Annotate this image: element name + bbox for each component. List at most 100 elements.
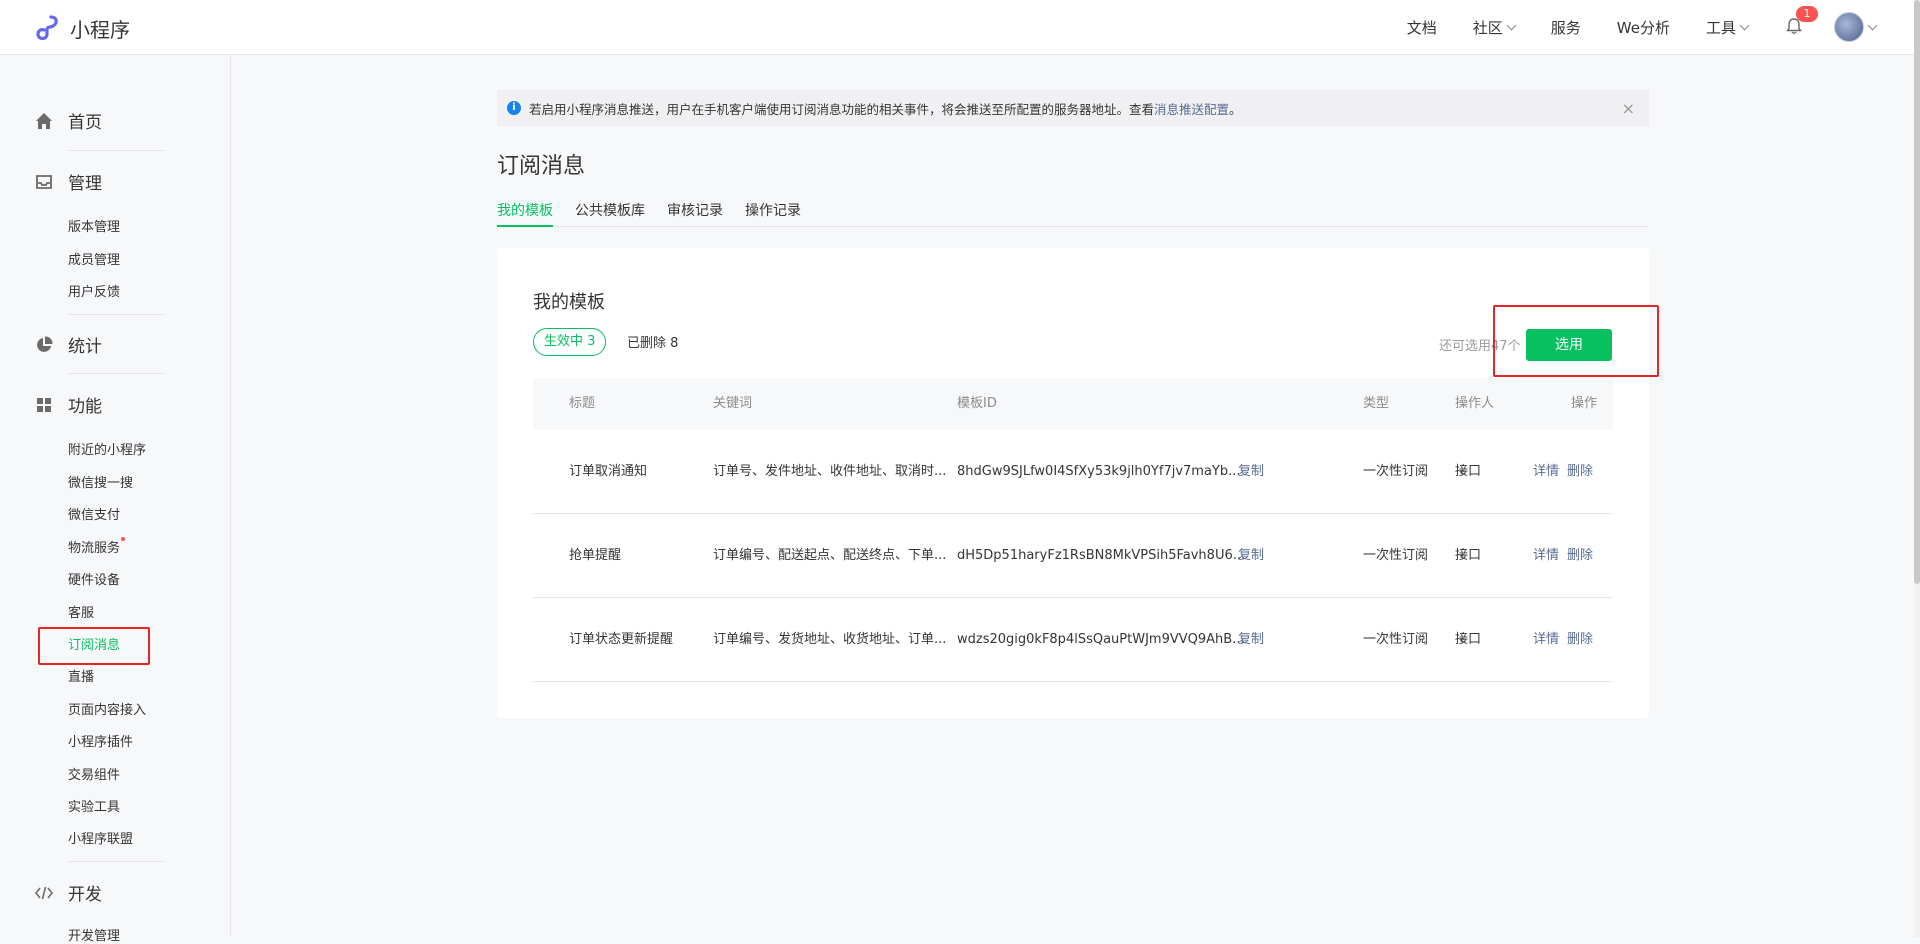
- home-icon: [36, 112, 52, 129]
- table-row: 订单状态更新提醒 订单编号、发货地址、收货地址、订单... wdzs20gig0…: [533, 598, 1613, 682]
- tab-operation-records[interactable]: 操作记录: [745, 200, 801, 225]
- delete-link[interactable]: 删除: [1567, 430, 1593, 513]
- sidebar-item-wechat-pay[interactable]: 微信支付: [68, 504, 120, 523]
- highlight-box: [1493, 305, 1659, 377]
- detail-link[interactable]: 详情: [1533, 430, 1559, 513]
- tab-my-templates[interactable]: 我的模板: [497, 200, 553, 227]
- column-header: 操作: [1571, 396, 1598, 411]
- sidebar-item-home[interactable]: 首页: [34, 108, 102, 133]
- nav-we-analytics[interactable]: We分析: [1617, 17, 1670, 38]
- template-keywords: 订单号、发件地址、收件地址、取消时...: [713, 464, 947, 479]
- sidebar-group-label: 统计: [68, 337, 102, 357]
- copy-link[interactable]: 复制: [1238, 430, 1264, 513]
- delete-link[interactable]: 删除: [1567, 598, 1593, 681]
- operator-dropdown[interactable]: 接口: [1455, 514, 1481, 597]
- chevron-down-icon: [1506, 20, 1517, 30]
- page-title: 订阅消息: [497, 154, 586, 179]
- sidebar-group-development[interactable]: 开发: [34, 880, 102, 905]
- column-header: 操作人: [1455, 396, 1495, 411]
- divider: [68, 150, 166, 151]
- sidebar-item-wechat-search[interactable]: 微信搜一搜: [68, 472, 133, 491]
- nav-community-label: 社区: [1472, 18, 1503, 37]
- nav-tools-label: 工具: [1705, 18, 1736, 37]
- sidebar-group-label: 首页: [68, 113, 102, 133]
- close-icon[interactable]: ×: [1622, 99, 1635, 118]
- nav-docs-label: 文档: [1406, 18, 1437, 37]
- new-dot-icon: [121, 537, 126, 541]
- sidebar-item-logistics[interactable]: 物流服务: [68, 537, 126, 556]
- nav-docs[interactable]: 文档: [1407, 17, 1437, 38]
- highlight-box: [38, 627, 150, 665]
- nav-tools[interactable]: 工具: [1705, 17, 1750, 38]
- template-type: 一次性订阅: [1363, 464, 1429, 479]
- code-icon: [34, 886, 54, 899]
- logo[interactable]: 小程序: [34, 13, 130, 43]
- top-nav: 文档 社区 服务 We分析 工具 1: [1371, 0, 1878, 54]
- template-id: dH5Dp51haryFz1RsBN8MkVPSih5Favh8U6...: [957, 548, 1246, 563]
- table-row: 订单取消通知 订单号、发件地址、收件地址、取消时... 8hdGw9SJLfw0…: [533, 430, 1613, 514]
- sidebar-item-dev-management[interactable]: 开发管理: [68, 925, 120, 944]
- detail-link[interactable]: 详情: [1533, 598, 1559, 681]
- sidebar-item-nearby-mini-programs[interactable]: 附近的小程序: [68, 439, 146, 458]
- grid-icon: [37, 397, 51, 412]
- sidebar-item-trade-components[interactable]: 交易组件: [68, 764, 120, 783]
- sidebar-item-user-feedback[interactable]: 用户反馈: [68, 281, 120, 300]
- card-title: 我的模板: [533, 292, 605, 313]
- scrollbar-thumb[interactable]: [1914, 0, 1920, 584]
- sidebar-item-lab-tools[interactable]: 实验工具: [68, 796, 120, 815]
- notifications-button[interactable]: 1: [1784, 6, 1818, 38]
- divider: [68, 314, 166, 315]
- operator-dropdown[interactable]: 接口: [1455, 430, 1481, 513]
- sidebar-item-page-content[interactable]: 页面内容接入: [68, 699, 146, 718]
- brand-name: 小程序: [70, 17, 130, 42]
- template-title: 抢单提醒: [569, 548, 622, 563]
- nav-services[interactable]: 服务: [1551, 17, 1581, 38]
- nav-we-analytics-label: We分析: [1616, 18, 1670, 37]
- account-menu[interactable]: [1834, 12, 1878, 42]
- tab-bar: 我的模板 公共模板库 审核记录 操作记录: [497, 200, 1649, 227]
- filter-deleted[interactable]: 已删除 8: [627, 332, 678, 351]
- sidebar-item-hardware[interactable]: 硬件设备: [68, 569, 120, 588]
- sidebar-item-version-management[interactable]: 版本管理: [68, 216, 120, 235]
- sidebar-item-customer-service[interactable]: 客服: [68, 602, 94, 621]
- table-row: 抢单提醒 订单编号、配送起点、配送终点、下单... dH5Dp51haryFz1…: [533, 514, 1613, 598]
- sidebar-item-statistics[interactable]: 统计: [34, 332, 102, 357]
- operator-dropdown[interactable]: 接口: [1455, 598, 1481, 681]
- sidebar-item-plugins[interactable]: 小程序插件: [68, 731, 133, 750]
- nav-community[interactable]: 社区: [1472, 17, 1517, 38]
- operator-label: 接口: [1455, 464, 1482, 479]
- top-bar: 小程序 文档 社区 服务 We分析 工具 1: [0, 0, 1916, 55]
- template-type: 一次性订阅: [1363, 632, 1429, 647]
- table-header: 标题 关键词 模板ID 类型 操作人 操作: [533, 378, 1613, 430]
- sidebar-group-features[interactable]: 功能: [34, 392, 102, 417]
- info-icon: i: [507, 101, 521, 115]
- template-id: 8hdGw9SJLfw0I4SfXy53k9jlh0Yf7jv7maYb...: [957, 464, 1241, 479]
- template-title: 订单状态更新提醒: [569, 632, 674, 647]
- sidebar-item-alliance[interactable]: 小程序联盟: [68, 828, 133, 847]
- detail-link[interactable]: 详情: [1533, 514, 1559, 597]
- notification-badge: 1: [1796, 6, 1818, 22]
- sidebar-item-member-management[interactable]: 成员管理: [68, 249, 120, 268]
- tab-public-library[interactable]: 公共模板库: [575, 200, 645, 225]
- sidebar-group-label: 功能: [68, 397, 102, 417]
- page-scrollbar[interactable]: [1914, 0, 1920, 937]
- filter-active[interactable]: 生效中 3: [533, 328, 607, 356]
- nav-services-label: 服务: [1550, 18, 1581, 37]
- sidebar-group-manage[interactable]: 管理: [34, 169, 102, 194]
- copy-link[interactable]: 复制: [1238, 598, 1264, 681]
- chevron-down-icon: [1739, 20, 1750, 30]
- templates-card: 我的模板 生效中 3 已删除 8 还可选用47个 选用 标题 关键词 模板ID …: [497, 248, 1649, 718]
- sidebar-item-live[interactable]: 直播: [68, 666, 94, 685]
- delete-link[interactable]: 删除: [1567, 514, 1593, 597]
- avatar: [1834, 12, 1864, 42]
- template-keywords: 订单编号、发货地址、收货地址、订单...: [713, 632, 947, 647]
- push-config-link[interactable]: 消息推送配置: [1154, 99, 1229, 118]
- copy-link[interactable]: 复制: [1238, 514, 1264, 597]
- sidebar-group-label: 开发: [68, 885, 102, 905]
- operator-label: 接口: [1455, 548, 1482, 563]
- sidebar-group-label: 管理: [68, 174, 102, 194]
- operator-label: 接口: [1455, 632, 1482, 647]
- mini-program-logo-icon: [36, 15, 58, 41]
- tab-review-records[interactable]: 审核记录: [667, 200, 723, 225]
- notice-text: 若启用小程序消息推送，用户在手机客户端使用订阅消息功能的相关事件，将会推送至所配…: [529, 101, 1155, 117]
